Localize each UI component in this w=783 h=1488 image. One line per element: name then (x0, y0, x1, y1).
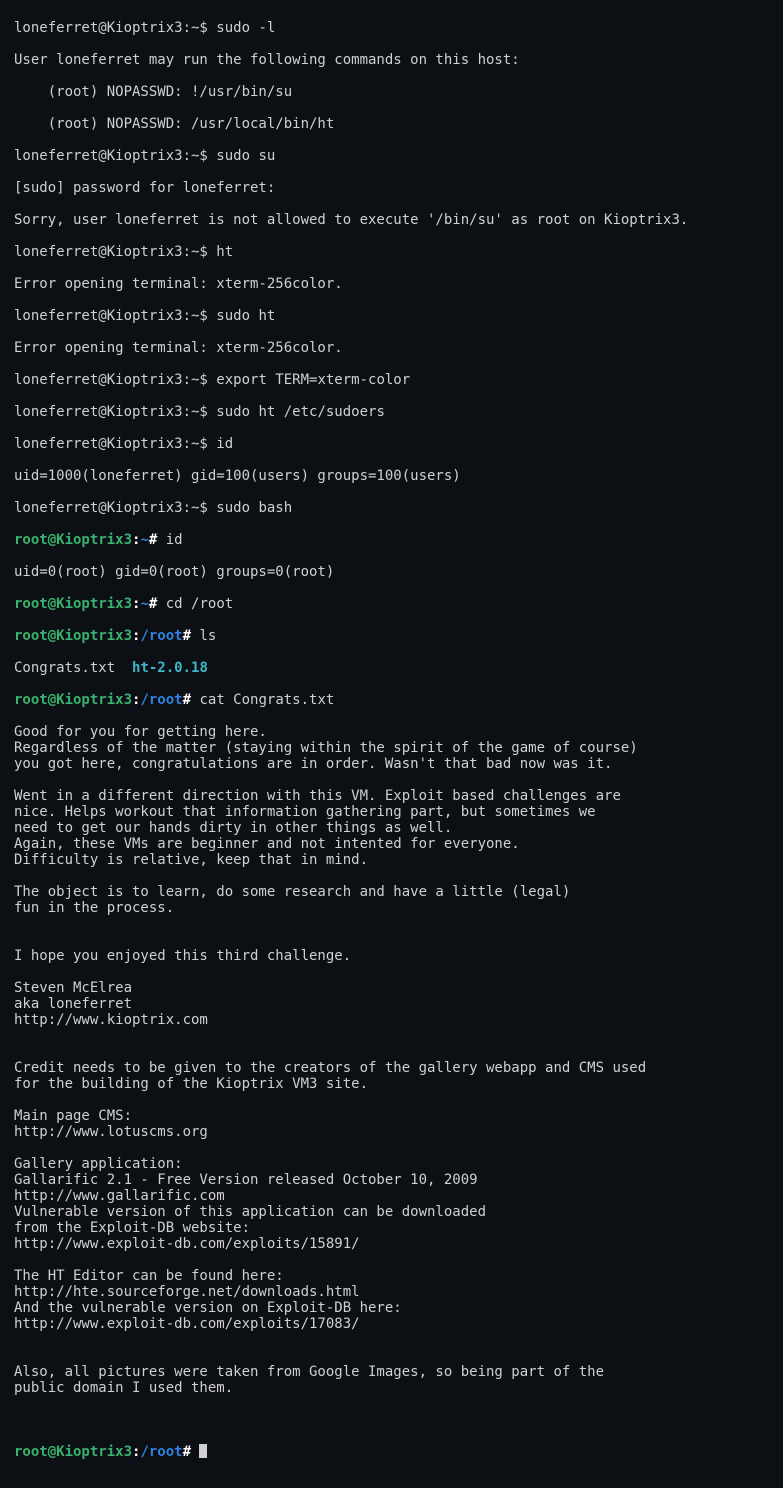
output-line: http://www.exploit-db.com/exploits/17083… (14, 1316, 775, 1332)
prompt-path: /root (140, 1444, 182, 1460)
output-line: (root) NOPASSWD: /usr/local/bin/ht (14, 116, 775, 132)
cat-output: Good for you for getting here.Regardless… (14, 724, 775, 1396)
output-line: public domain I used them. (14, 1380, 775, 1396)
prompt-path: ~ (140, 596, 148, 612)
output-line (14, 964, 775, 980)
output-line: Steven McElrea (14, 980, 775, 996)
output-line (14, 1348, 775, 1364)
prompt-path: /root (140, 628, 182, 644)
terminal[interactable]: loneferret@Kioptrix3:~$ sudo -l User lon… (0, 0, 783, 1488)
output-line: Vulnerable version of this application c… (14, 1204, 775, 1220)
output-line: I hope you enjoyed this third challenge. (14, 948, 775, 964)
cmd-line: root@Kioptrix3:~# id (14, 532, 775, 548)
prompt-path: /root (140, 692, 182, 708)
output-line: Sorry, user loneferret is not allowed to… (14, 212, 775, 228)
cmd-line: root@Kioptrix3:/root# ls (14, 628, 775, 644)
output-line (14, 1412, 775, 1428)
output-line (14, 1252, 775, 1268)
output-line (14, 868, 775, 884)
prompt-path: ~ (140, 532, 148, 548)
output-line: uid=1000(loneferret) gid=100(users) grou… (14, 468, 775, 484)
output-line (14, 916, 775, 932)
output-line: nice. Helps workout that information gat… (14, 804, 775, 820)
output-line: Regardless of the matter (staying within… (14, 740, 775, 756)
output-line: Went in a different direction with this … (14, 788, 775, 804)
output-line (14, 1044, 775, 1060)
output-line: http://www.exploit-db.com/exploits/15891… (14, 1236, 775, 1252)
cmd-line: root@Kioptrix3:/root# cat Congrats.txt (14, 692, 775, 708)
prompt-userhost: root@Kioptrix3 (14, 628, 132, 644)
cmd-line: root@Kioptrix3:~# cd /root (14, 596, 775, 612)
output-line: for the building of the Kioptrix VM3 sit… (14, 1076, 775, 1092)
cmd-line: loneferret@Kioptrix3:~$ sudo -l (14, 20, 775, 36)
output-line: [sudo] password for loneferret: (14, 180, 775, 196)
output-line (14, 1332, 775, 1348)
cmd-line: loneferret@Kioptrix3:~$ sudo su (14, 148, 775, 164)
cursor-icon (199, 1444, 207, 1458)
output-line: The HT Editor can be found here: (14, 1268, 775, 1284)
output-line: uid=0(root) gid=0(root) groups=0(root) (14, 564, 775, 580)
output-line: http://www.lotuscms.org (14, 1124, 775, 1140)
cmd-line[interactable]: root@Kioptrix3:/root# (14, 1444, 775, 1460)
cmd-line: loneferret@Kioptrix3:~$ sudo ht /etc/sud… (14, 404, 775, 420)
cmd-line: loneferret@Kioptrix3:~$ export TERM=xter… (14, 372, 775, 388)
output-line: need to get our hands dirty in other thi… (14, 820, 775, 836)
output-line: Credit needs to be given to the creators… (14, 1060, 775, 1076)
prompt-userhost: root@Kioptrix3 (14, 692, 132, 708)
output-line (14, 1092, 775, 1108)
output-line: Difficulty is relative, keep that in min… (14, 852, 775, 868)
prompt-userhost: root@Kioptrix3 (14, 1444, 132, 1460)
output-line: http://www.kioptrix.com (14, 1012, 775, 1028)
output-line (14, 1028, 775, 1044)
prompt-userhost: root@Kioptrix3 (14, 596, 132, 612)
output-line: Error opening terminal: xterm-256color. (14, 276, 775, 292)
output-line: http://www.gallarific.com (14, 1188, 775, 1204)
cmd-line: loneferret@Kioptrix3:~$ sudo bash (14, 500, 775, 516)
output-line: http://hte.sourceforge.net/downloads.htm… (14, 1284, 775, 1300)
output-line: aka loneferret (14, 996, 775, 1012)
output-line: Congrats.txt ht-2.0.18 (14, 660, 775, 676)
output-line: Gallarific 2.1 - Free Version released O… (14, 1172, 775, 1188)
cmd-line: loneferret@Kioptrix3:~$ ht (14, 244, 775, 260)
output-line (14, 772, 775, 788)
output-line: Main page CMS: (14, 1108, 775, 1124)
output-line: Gallery application: (14, 1156, 775, 1172)
output-line: Error opening terminal: xterm-256color. (14, 340, 775, 356)
output-line: Good for you for getting here. (14, 724, 775, 740)
output-line: And the vulnerable version on Exploit-DB… (14, 1300, 775, 1316)
output-line: The object is to learn, do some research… (14, 884, 775, 900)
output-line (14, 932, 775, 948)
ls-directory: ht-2.0.18 (132, 660, 208, 676)
output-line: Again, these VMs are beginner and not in… (14, 836, 775, 852)
output-line: User loneferret may run the following co… (14, 52, 775, 68)
output-line: (root) NOPASSWD: !/usr/bin/su (14, 84, 775, 100)
cmd-line: loneferret@Kioptrix3:~$ sudo ht (14, 308, 775, 324)
output-line: from the Exploit-DB website: (14, 1220, 775, 1236)
output-line: you got here, congratulations are in ord… (14, 756, 775, 772)
prompt-userhost: root@Kioptrix3 (14, 532, 132, 548)
output-line: fun in the process. (14, 900, 775, 916)
output-line (14, 1140, 775, 1156)
output-line: Also, all pictures were taken from Googl… (14, 1364, 775, 1380)
cmd-line: loneferret@Kioptrix3:~$ id (14, 436, 775, 452)
